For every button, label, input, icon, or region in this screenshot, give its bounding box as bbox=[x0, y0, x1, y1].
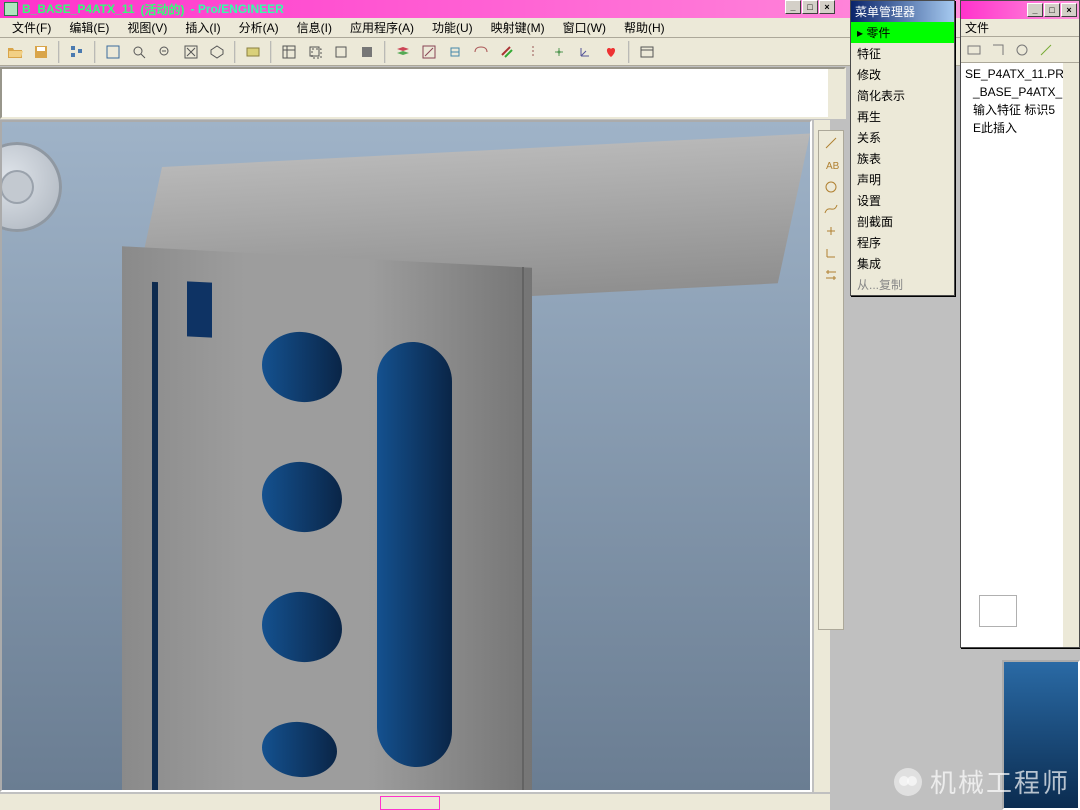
sketch-dim-icon[interactable] bbox=[821, 265, 841, 285]
watermark-text: 机械工程师 bbox=[930, 763, 1070, 800]
tool-c-icon[interactable] bbox=[470, 41, 492, 63]
menu-manager: 菜单管理器 ▸ 零件 特征 修改 简化表示 再生 关系 族表 声明 设置 剖截面… bbox=[850, 0, 955, 296]
status-tag bbox=[380, 796, 440, 810]
menu-func[interactable]: 功能(U) bbox=[424, 17, 481, 38]
mm-relations[interactable]: 关系 bbox=[851, 127, 954, 148]
mm-copyfrom: 从...复制 bbox=[851, 274, 954, 295]
mm-modify[interactable]: 修改 bbox=[851, 64, 954, 85]
layers-icon[interactable] bbox=[392, 41, 414, 63]
sketch-spline-icon[interactable] bbox=[821, 199, 841, 219]
zoom-in-icon[interactable] bbox=[128, 41, 150, 63]
no-hidden-icon[interactable] bbox=[330, 41, 352, 63]
tree-menu-file[interactable]: 文件 bbox=[965, 19, 989, 36]
tree-tool-d-icon[interactable] bbox=[1035, 39, 1057, 61]
heart-icon[interactable] bbox=[600, 41, 622, 63]
menu-app[interactable]: 应用程序(A) bbox=[342, 17, 422, 38]
tree-item-3[interactable]: E此插入 bbox=[965, 119, 1075, 137]
maximize-button[interactable]: □ bbox=[802, 0, 818, 14]
menu-info[interactable]: 信息(I) bbox=[289, 17, 340, 38]
datum-plane-icon[interactable] bbox=[496, 41, 518, 63]
menu-file[interactable]: 文件(F) bbox=[4, 17, 59, 38]
tree-close-button[interactable]: × bbox=[1061, 3, 1077, 17]
tree-maximize-button[interactable]: □ bbox=[1044, 3, 1060, 17]
menu-insert[interactable]: 插入(I) bbox=[177, 17, 228, 38]
close-button[interactable]: × bbox=[819, 0, 835, 14]
mm-declare[interactable]: 声明 bbox=[851, 169, 954, 190]
main-window-controls: _ □ × bbox=[785, 0, 835, 14]
minimize-button[interactable]: _ bbox=[785, 0, 801, 14]
watermark-icon bbox=[894, 768, 922, 796]
datum-axis-icon[interactable] bbox=[522, 41, 544, 63]
wireframe-icon[interactable] bbox=[278, 41, 300, 63]
sketch-csys-icon[interactable] bbox=[821, 243, 841, 263]
title-status: (活动的) bbox=[141, 1, 185, 18]
repaint-icon[interactable] bbox=[102, 41, 124, 63]
menu-manager-title: 菜单管理器 bbox=[851, 1, 954, 22]
right-toolbar: AB bbox=[818, 130, 844, 630]
menu-window[interactable]: 窗口(W) bbox=[555, 17, 614, 38]
app-icon bbox=[4, 2, 18, 16]
mm-program[interactable]: 程序 bbox=[851, 232, 954, 253]
mm-regen[interactable]: 再生 bbox=[851, 106, 954, 127]
tree-item-2[interactable]: 输入特征 标识5 bbox=[965, 101, 1075, 119]
sketch-line-icon[interactable] bbox=[821, 133, 841, 153]
zoom-out-icon[interactable] bbox=[154, 41, 176, 63]
sketch-point-icon[interactable] bbox=[821, 221, 841, 241]
menu-help[interactable]: 帮助(H) bbox=[616, 17, 673, 38]
tree-item-1[interactable]: _BASE_P4ATX_11 bbox=[965, 83, 1075, 101]
menu-view[interactable]: 视图(V) bbox=[119, 17, 175, 38]
model-tree-icon[interactable] bbox=[66, 41, 88, 63]
mm-simprep[interactable]: 简化表示 bbox=[851, 85, 954, 106]
tool-a-icon[interactable] bbox=[418, 41, 440, 63]
tool-b-icon[interactable] bbox=[444, 41, 466, 63]
msg-scrollbar-v[interactable] bbox=[828, 69, 844, 117]
open-icon[interactable] bbox=[4, 41, 26, 63]
tree-tool-a-icon[interactable] bbox=[963, 39, 985, 61]
mm-integrate[interactable]: 集成 bbox=[851, 253, 954, 274]
menu-edit[interactable]: 编辑(E) bbox=[61, 17, 117, 38]
shade-icon[interactable] bbox=[356, 41, 378, 63]
window-icon[interactable] bbox=[636, 41, 658, 63]
tree-scrollbar-v[interactable] bbox=[1063, 63, 1079, 647]
save-icon[interactable] bbox=[30, 41, 52, 63]
tree-toolbar bbox=[961, 37, 1079, 63]
csys-icon[interactable] bbox=[574, 41, 596, 63]
tree-preview-box bbox=[979, 595, 1017, 627]
tree-minimize-button[interactable]: _ bbox=[1027, 3, 1043, 17]
sketch-circle-icon[interactable] bbox=[821, 177, 841, 197]
message-area: 直径 = 6.45627。 选择要量度直径的曲面。 bbox=[0, 67, 846, 119]
saved-view-icon[interactable] bbox=[242, 41, 264, 63]
model-tree-window: _ □ × 文件 SE_P4ATX_11.PRT _BASE_P4ATX_11 … bbox=[960, 0, 1080, 648]
menu-analysis[interactable]: 分析(A) bbox=[231, 17, 287, 38]
tree-item-root[interactable]: SE_P4ATX_11.PRT bbox=[965, 65, 1075, 83]
3d-viewport[interactable] bbox=[0, 120, 812, 792]
mm-feature[interactable]: 特征 bbox=[851, 43, 954, 64]
title-app: - Pro/ENGINEER bbox=[191, 2, 284, 16]
sketch-text-icon[interactable]: AB bbox=[821, 155, 841, 175]
datum-point-icon[interactable] bbox=[548, 41, 570, 63]
mm-famtab[interactable]: 族表 bbox=[851, 148, 954, 169]
mm-setup[interactable]: 设置 bbox=[851, 190, 954, 211]
3d-part bbox=[122, 167, 772, 792]
watermark: 机械工程师 bbox=[894, 763, 1070, 800]
refit-icon[interactable] bbox=[180, 41, 202, 63]
tree-titlebar: _ □ × bbox=[961, 1, 1079, 19]
menu-mapkey[interactable]: 映射键(M) bbox=[483, 17, 553, 38]
menu-manager-current[interactable]: ▸ 零件 bbox=[851, 22, 954, 43]
tree-tool-c-icon[interactable] bbox=[1011, 39, 1033, 61]
orient-icon[interactable] bbox=[206, 41, 228, 63]
model-tree[interactable]: SE_P4ATX_11.PRT _BASE_P4ATX_11 输入特征 标识5 … bbox=[961, 63, 1079, 139]
mm-xsec[interactable]: 剖截面 bbox=[851, 211, 954, 232]
tree-menubar: 文件 bbox=[961, 19, 1079, 37]
hidden-line-icon[interactable] bbox=[304, 41, 326, 63]
spin-control-icon[interactable] bbox=[0, 142, 62, 232]
title-filename: B_BASE_P4ATX_11 bbox=[22, 2, 135, 16]
tree-tool-b-icon[interactable] bbox=[987, 39, 1009, 61]
svg-text:AB: AB bbox=[826, 161, 839, 172]
viewport-wrap bbox=[0, 120, 846, 810]
